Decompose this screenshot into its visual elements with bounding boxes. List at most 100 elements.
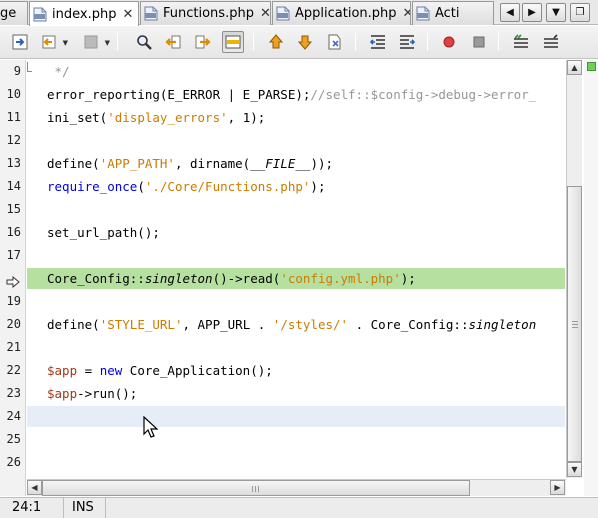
vertical-scroll-thumb[interactable] [567, 186, 582, 462]
code-token: ); [310, 179, 326, 194]
code-token: define( [47, 317, 100, 332]
shift-right-icon [400, 35, 416, 49]
code-token: new [99, 363, 123, 378]
tab-close-icon[interactable]: ✕ [260, 6, 270, 21]
code-line[interactable] [27, 452, 565, 473]
insert-mode-indicator[interactable]: INS [64, 498, 106, 518]
dropdown-arrow-icon[interactable]: ▼ [63, 39, 68, 47]
code-line[interactable]: */ [27, 61, 565, 82]
next-bookmark-button[interactable] [294, 31, 316, 53]
code-token: __FILE__ [250, 156, 311, 171]
line-number[interactable]: 11 [0, 110, 21, 124]
code-token: './Core/Functions.php' [144, 179, 311, 194]
line-number[interactable]: 14 [0, 179, 21, 193]
triangle-down-icon: ▼ [552, 7, 560, 18]
line-number[interactable]: 15 [0, 202, 21, 216]
find-previous-button[interactable] [162, 31, 184, 53]
code-line[interactable]: Core_Config::singleton()->read('config.y… [27, 268, 565, 289]
code-area[interactable]: */ error_reporting(E_ERROR | E_PARSE);//s… [27, 60, 565, 496]
line-number[interactable]: 9 [0, 64, 21, 78]
php-file-icon [33, 7, 47, 21]
line-number[interactable]: 23 [0, 386, 21, 400]
restore-window-button[interactable]: ❐ [570, 3, 590, 22]
vertical-scrollbar[interactable]: ▲ ▼ [566, 60, 582, 478]
line-number[interactable]: 26 [0, 455, 21, 469]
scroll-tabs-right-button[interactable]: ▶ [522, 3, 542, 22]
code-line[interactable]: define('APP_PATH', dirname(__FILE__)); [27, 153, 565, 174]
tab-acti-truncated[interactable]: Acti [412, 1, 494, 25]
toggle-highlight-icon [225, 35, 241, 49]
line-number[interactable]: 21 [0, 340, 21, 354]
show-opened-documents-button[interactable]: ▼ [546, 3, 566, 22]
horizontal-scrollbar[interactable]: ◀ ▶ [27, 479, 566, 496]
tab-application-php[interactable]: Application.php ✕ [272, 1, 411, 25]
toggle-bookmark-button[interactable] [323, 31, 345, 53]
code-token: define( [47, 156, 100, 171]
code-line[interactable] [27, 291, 565, 312]
code-token: 'display_errors' [107, 110, 228, 125]
error-stripe[interactable] [584, 60, 598, 496]
scroll-right-button[interactable]: ▶ [550, 480, 565, 495]
line-number[interactable]: 22 [0, 363, 21, 377]
toggle-highlight-search-button[interactable] [222, 31, 244, 53]
code-token: = [77, 363, 100, 378]
shift-line-right-button[interactable] [396, 31, 418, 53]
comment-button[interactable] [510, 31, 532, 53]
line-number[interactable]: 19 [0, 294, 21, 308]
uncomment-button[interactable] [540, 31, 562, 53]
tab-close-icon[interactable]: ✕ [403, 6, 410, 21]
line-number[interactable]: 20 [0, 317, 21, 331]
code-editor[interactable]: 91011121314151617181920212223242526 */er… [0, 60, 598, 496]
triangle-down-icon: ▼ [571, 465, 578, 474]
start-macro-recording-button[interactable] [438, 31, 460, 53]
back-button[interactable]: ▼ [38, 31, 68, 53]
tab-close-icon[interactable]: ✕ [122, 7, 133, 22]
find-button[interactable] [133, 31, 155, 53]
code-line[interactable]: ini_set('display_errors', 1); [27, 107, 565, 128]
code-line[interactable] [27, 406, 565, 427]
code-line[interactable]: define('STYLE_URL', APP_URL . '/styles/'… [27, 314, 565, 335]
scroll-left-button[interactable]: ◀ [27, 480, 42, 495]
line-number[interactable]: 25 [0, 432, 21, 446]
last-edit-button[interactable] [9, 31, 31, 53]
stop-macro-recording-button[interactable] [468, 31, 490, 53]
code-line[interactable] [27, 337, 565, 358]
code-line[interactable]: $app->run(); [27, 383, 565, 404]
code-line[interactable] [27, 199, 565, 220]
line-number[interactable]: 16 [0, 225, 21, 239]
line-number[interactable]: 10 [0, 87, 21, 101]
code-token: 'STYLE_URL' [99, 317, 183, 332]
code-token: )); [310, 156, 334, 171]
scroll-up-button[interactable]: ▲ [567, 60, 582, 75]
shift-line-left-button[interactable] [367, 31, 389, 53]
line-number[interactable]: 13 [0, 156, 21, 170]
scroll-tabs-left-button[interactable]: ◀ [500, 3, 520, 22]
line-number[interactable]: 17 [0, 248, 21, 262]
find-next-icon [195, 35, 211, 49]
line-number[interactable]: 12 [0, 133, 21, 147]
horizontal-scroll-thumb[interactable] [42, 480, 470, 496]
code-line[interactable]: $app = new Core_Application(); [27, 360, 565, 381]
code-line[interactable] [27, 130, 565, 151]
code-token: $app [47, 386, 78, 401]
editor-tab-strip: ge index.php ✕ Functions.php ✕ Applicati… [0, 0, 598, 26]
tab-overflow[interactable]: ge [0, 1, 28, 25]
code-token: 'APP_PATH' [99, 156, 175, 171]
scroll-down-button[interactable]: ▼ [567, 462, 582, 477]
code-line[interactable]: set_url_path(); [27, 222, 565, 243]
toolbar-separator [427, 33, 428, 51]
code-line[interactable] [27, 245, 565, 266]
code-line[interactable]: require_once('./Core/Functions.php'); [27, 176, 565, 197]
toolbar-separator [253, 33, 254, 51]
find-next-button[interactable] [192, 31, 214, 53]
code-line[interactable] [27, 429, 565, 450]
tab-index-php[interactable]: index.php ✕ [29, 1, 139, 26]
triangle-left-icon: ◀ [506, 7, 514, 18]
code-token: ->run(); [77, 386, 138, 401]
line-number[interactable]: 24 [0, 409, 21, 423]
tab-functions-php[interactable]: Functions.php ✕ [140, 1, 271, 25]
php-file-icon [416, 6, 430, 21]
previous-bookmark-button[interactable] [265, 31, 287, 53]
start-macro-icon [443, 36, 455, 48]
code-line[interactable]: error_reporting(E_ERROR | E_PARSE);//sel… [27, 84, 565, 105]
